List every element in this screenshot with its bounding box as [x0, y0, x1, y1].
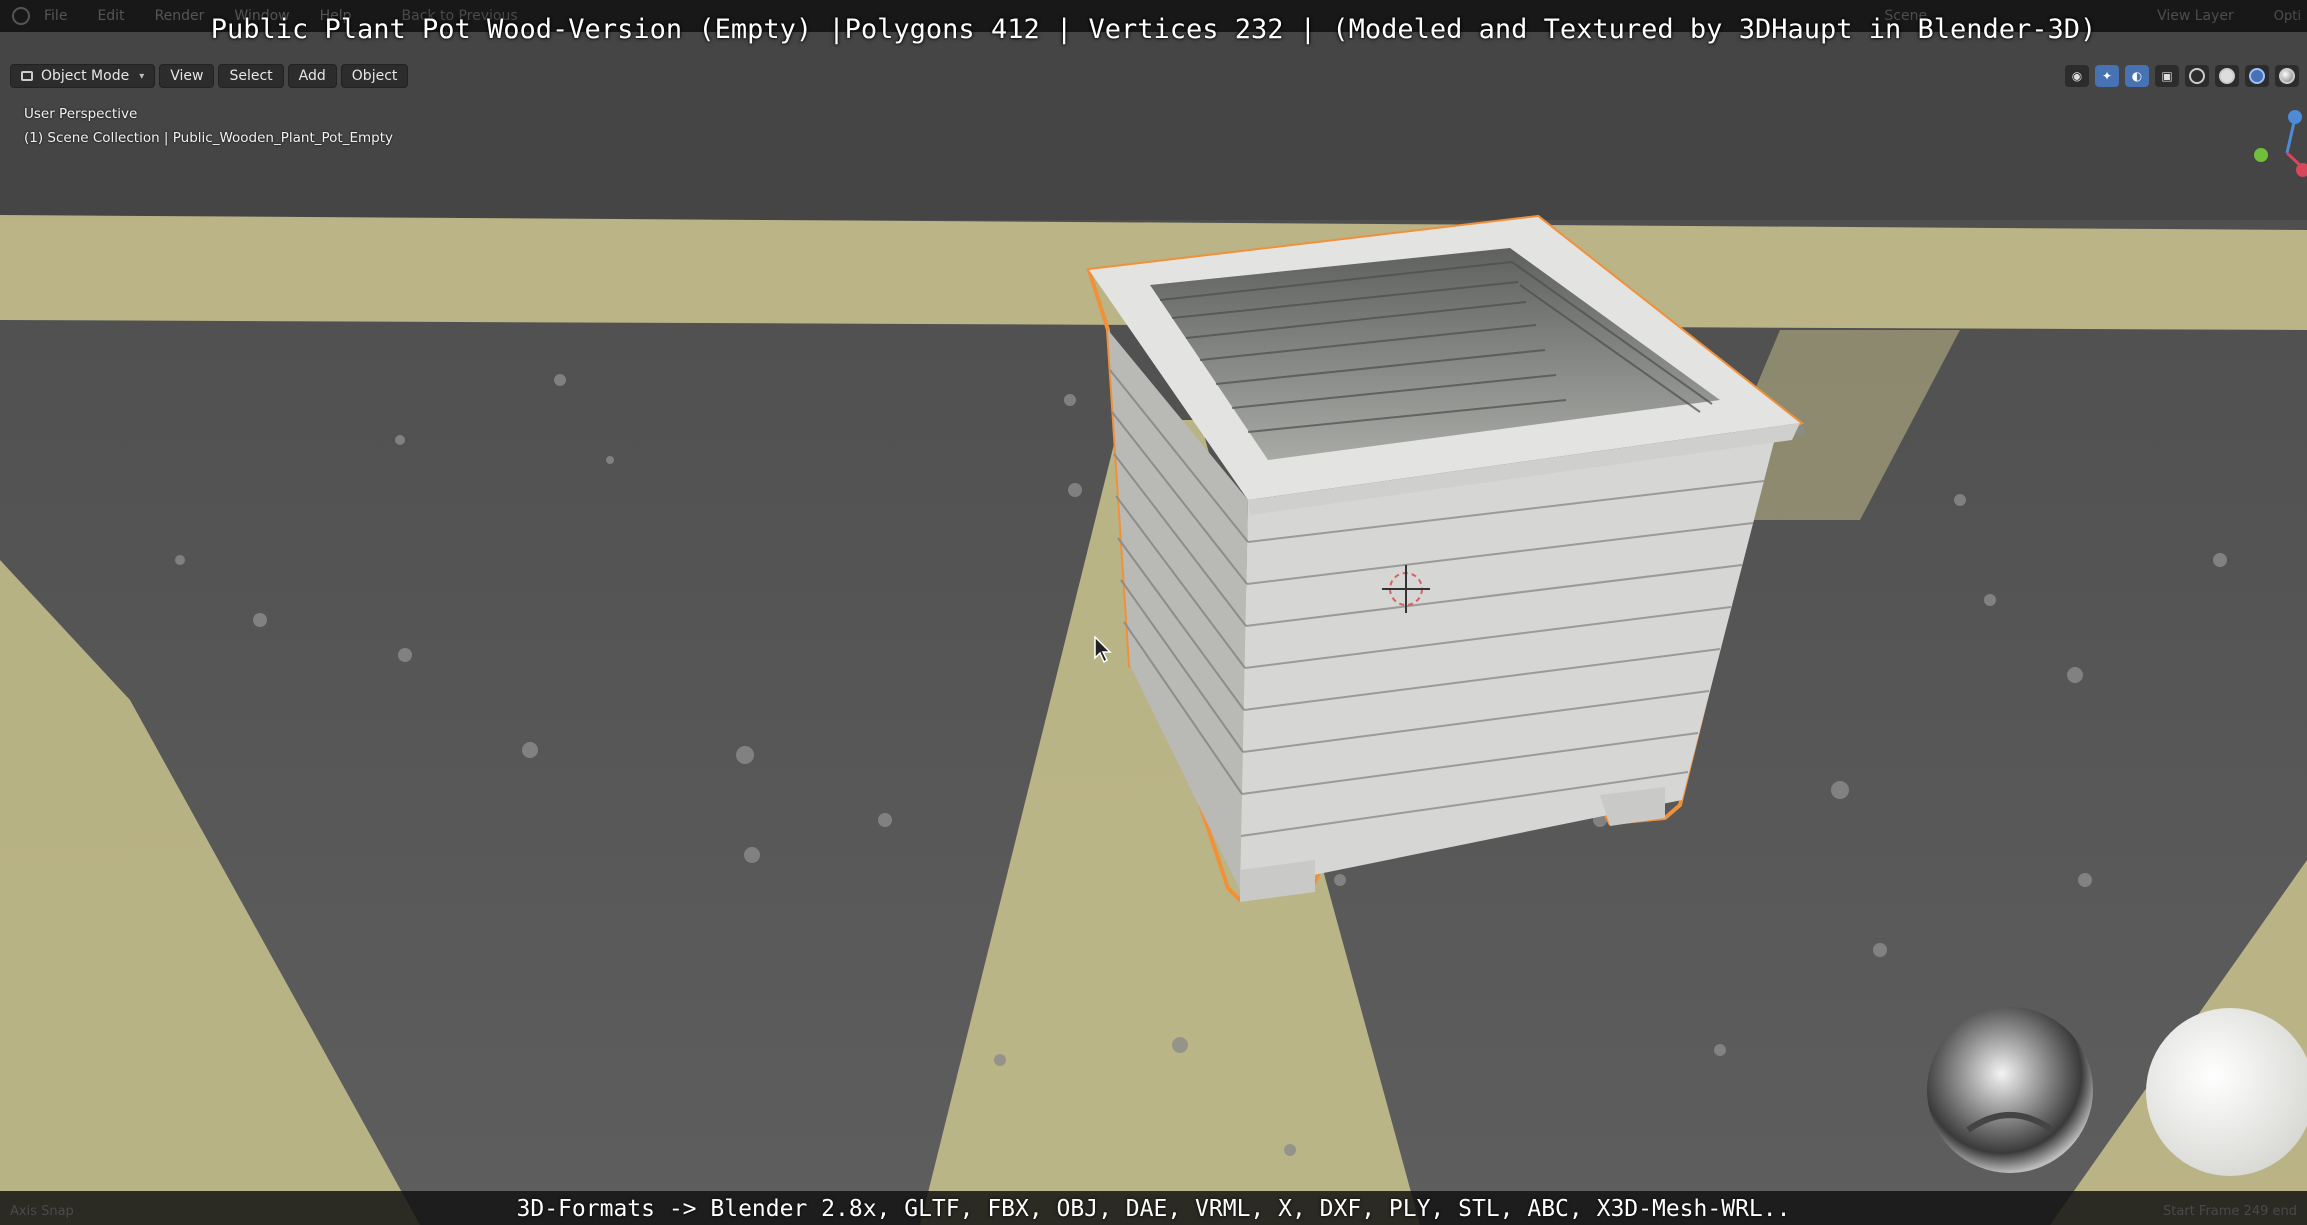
viewport-header-right: ◉ ✦ ◐ ▣ — [2065, 64, 2299, 88]
object-menu[interactable]: Object — [340, 64, 409, 88]
solid-shading-icon[interactable] — [2215, 65, 2239, 87]
object-mode-icon — [21, 71, 33, 81]
view-menu[interactable]: View — [159, 64, 215, 88]
add-menu[interactable]: Add — [287, 64, 337, 88]
xray-toggle-icon[interactable]: ▣ — [2155, 65, 2179, 87]
viewport-header: Object Mode ▾ View Select Add Object — [10, 64, 409, 88]
viewport-info-text: User Perspective (1) Scene Collection | … — [24, 102, 393, 150]
chevron-down-icon: ▾ — [139, 70, 145, 82]
matcap-sphere-icon — [1927, 1007, 2093, 1173]
overlay-toggle-icon[interactable]: ◐ — [2125, 65, 2149, 87]
formats-caption-overlay: 3D-Formats -> Blender 2.8x, GLTF, FBX, O… — [516, 1196, 1791, 1222]
rendered-shading-icon[interactable] — [2275, 65, 2299, 87]
3d-viewport[interactable] — [0, 0, 2307, 1225]
navigation-gizmo-icon[interactable] — [2247, 108, 2307, 188]
cursor-icon — [1094, 636, 1112, 664]
select-menu[interactable]: Select — [218, 64, 284, 88]
collection-label: (1) Scene Collection | Public_Wooden_Pla… — [24, 130, 393, 146]
mode-label: Object Mode — [41, 68, 130, 84]
visibility-icon[interactable]: ◉ — [2065, 65, 2089, 87]
gizmo-toggle-icon[interactable]: ✦ — [2095, 65, 2119, 87]
scene-render — [0, 0, 2307, 1225]
object-mode-dropdown[interactable]: Object Mode ▾ — [10, 64, 156, 88]
material-shading-icon[interactable] — [2245, 65, 2269, 87]
wireframe-shading-icon[interactable] — [2185, 65, 2209, 87]
video-title-overlay: Public Plant Pot Wood-Version (Empty) |P… — [210, 14, 2097, 45]
perspective-label: User Perspective — [24, 106, 138, 122]
